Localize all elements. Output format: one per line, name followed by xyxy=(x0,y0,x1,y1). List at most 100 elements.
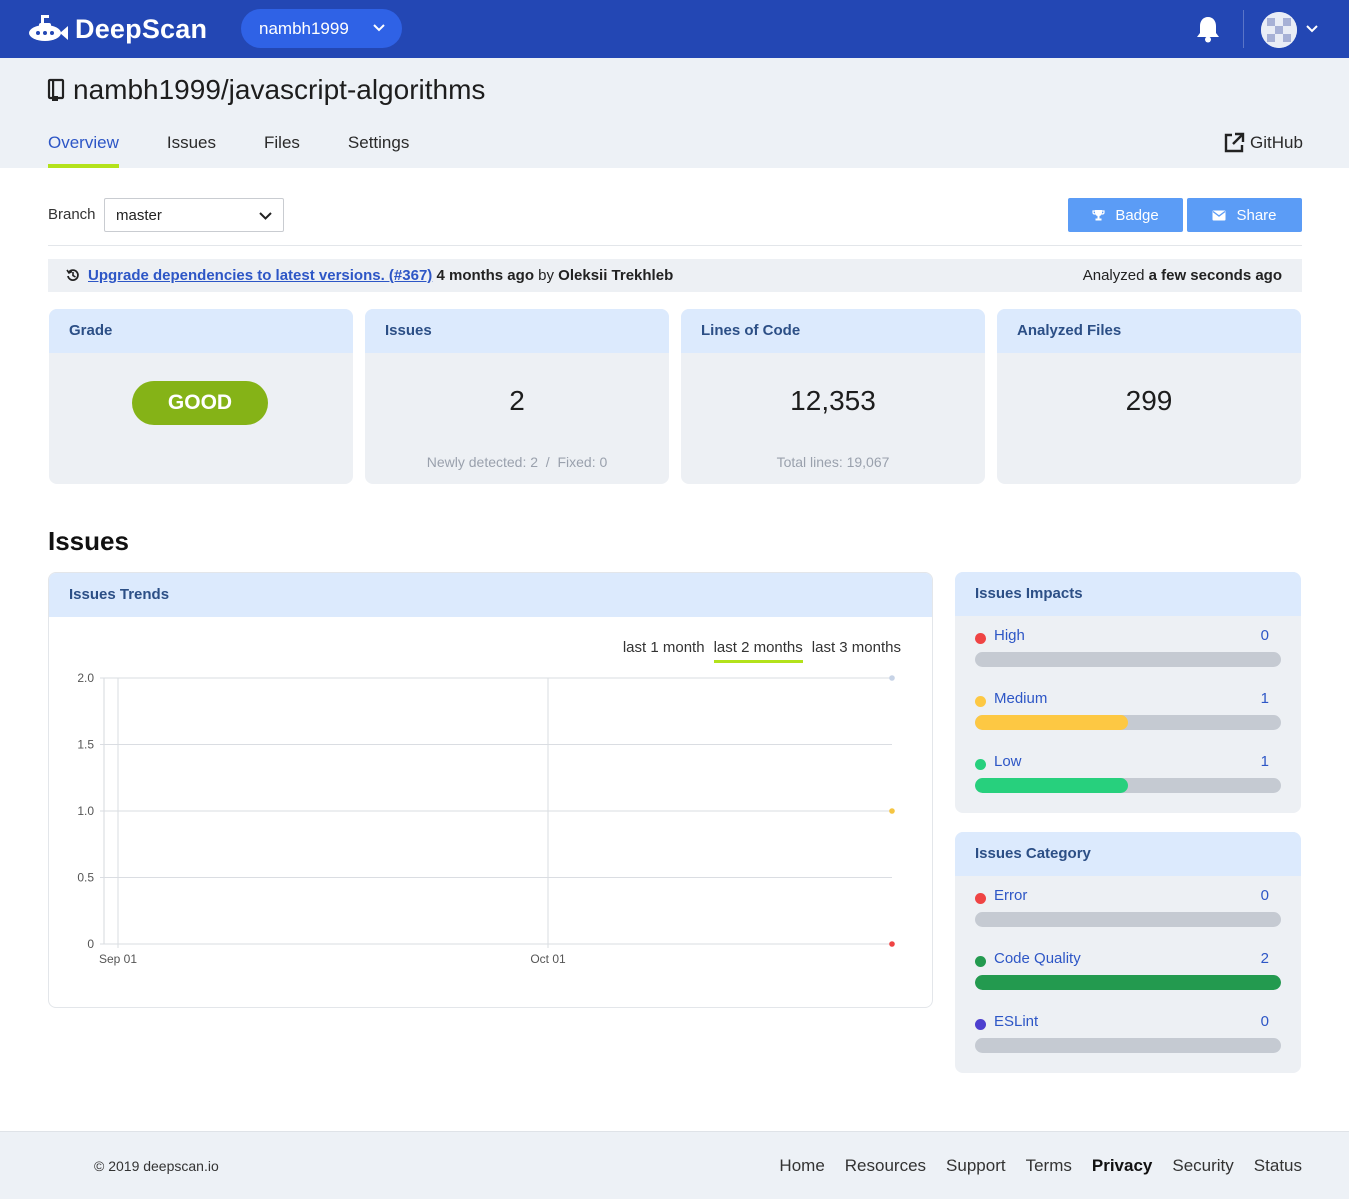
history-icon xyxy=(66,269,79,281)
grade-badge: GOOD xyxy=(132,381,268,425)
metric-fill xyxy=(975,778,1128,793)
top-navbar: DeepScan nambh1999 xyxy=(0,0,1349,58)
commit-bar: Upgrade dependencies to latest versions.… xyxy=(48,259,1302,292)
metric-fill xyxy=(975,715,1128,730)
repo-book-icon xyxy=(47,78,65,101)
branch-value: master xyxy=(116,207,162,224)
repo-header: nambh1999/javascript-algorithms Overview… xyxy=(0,58,1349,168)
github-label: GitHub xyxy=(1250,133,1303,152)
commit-author: Oleksii Trekhleb xyxy=(558,267,674,284)
user-avatar[interactable] xyxy=(1261,12,1297,48)
tab-settings[interactable]: Settings xyxy=(348,133,409,168)
trophy-icon xyxy=(1092,210,1105,221)
impact-high[interactable]: High 0 xyxy=(975,624,1281,668)
footer-links: Home Resources Support Terms Privacy Sec… xyxy=(759,1156,1302,1176)
metric-bar xyxy=(975,652,1281,667)
impact-medium[interactable]: Medium 1 xyxy=(975,687,1281,731)
y-tick-label: 1.5 xyxy=(77,738,94,752)
range-tabs: last 1 month last 2 months last 3 months xyxy=(614,639,901,663)
repo-title: nambh1999/javascript-algorithms xyxy=(47,74,485,106)
external-link-icon xyxy=(1224,132,1245,153)
category-error[interactable]: Error 0 xyxy=(975,884,1281,928)
loc-card: Lines of Code 12,353 Total lines: 19,067 xyxy=(681,309,985,484)
footer-link-status[interactable]: Status xyxy=(1254,1156,1302,1176)
error-dot xyxy=(975,893,986,904)
card-title: Grade xyxy=(49,309,353,353)
org-name: nambh1999 xyxy=(259,18,349,38)
brand-name: DeepScan xyxy=(75,13,208,44)
impact-low[interactable]: Low 1 xyxy=(975,750,1281,794)
commit-time: 4 months ago xyxy=(436,267,534,284)
commit-message-link[interactable]: Upgrade dependencies to latest versions.… xyxy=(88,267,432,284)
footer-link-privacy[interactable]: Privacy xyxy=(1092,1156,1153,1176)
github-link[interactable]: GitHub xyxy=(1223,132,1303,154)
commit-by: by xyxy=(538,267,554,284)
category-eslint[interactable]: ESLint 0 xyxy=(975,1010,1281,1054)
issues-category-panel: Issues Category Error 0 Code Quality 2 E… xyxy=(955,832,1301,1073)
identicon-icon xyxy=(1261,12,1297,48)
footer-link-resources[interactable]: Resources xyxy=(845,1156,926,1176)
chevron-down-icon[interactable] xyxy=(1305,22,1319,36)
footer-link-security[interactable]: Security xyxy=(1172,1156,1233,1176)
deepscan-logo[interactable]: DeepScan xyxy=(27,13,207,45)
footer-link-terms[interactable]: Terms xyxy=(1026,1156,1072,1176)
metric-bar xyxy=(975,975,1281,990)
medium-dot xyxy=(975,696,986,707)
issues-detail: Newly detected: 2 / Fixed: 0 xyxy=(426,454,608,470)
metric-label: High xyxy=(994,627,1025,644)
org-selector[interactable]: nambh1999 xyxy=(241,9,402,48)
analyzed-status: Analyzed a few seconds ago xyxy=(1083,267,1282,284)
issues-card[interactable]: Issues 2 Newly detected: 2 / Fixed: 0 xyxy=(365,309,669,484)
repo-name: nambh1999/javascript-algorithms xyxy=(73,74,486,105)
metric-bar xyxy=(975,912,1281,927)
low-dot xyxy=(975,759,986,770)
footer: © 2019 deepscan.io Home Resources Suppor… xyxy=(0,1131,1349,1199)
chevron-down-icon xyxy=(259,212,272,220)
issues-section-title: Issues xyxy=(48,526,129,556)
y-tick-label: 0 xyxy=(87,937,94,951)
range-3-months[interactable]: last 3 months xyxy=(812,639,901,663)
y-tick-label: 0.5 xyxy=(77,871,94,885)
x-tick-label: Sep 01 xyxy=(99,952,137,966)
metric-bar xyxy=(975,715,1281,730)
code-quality-dot xyxy=(975,956,986,967)
bell-icon[interactable] xyxy=(1195,15,1221,43)
total-lines: Total lines: 19,067 xyxy=(776,454,890,470)
y-tick-label: 2.0 xyxy=(77,671,94,685)
nav-divider xyxy=(1243,10,1244,48)
footer-link-home[interactable]: Home xyxy=(779,1156,824,1176)
y-tick-label: 1.0 xyxy=(77,804,94,818)
metric-bar xyxy=(975,1038,1281,1053)
repo-tabs: Overview Issues Files Settings xyxy=(48,133,457,168)
tab-issues[interactable]: Issues xyxy=(167,133,216,168)
badge-button[interactable]: Badge xyxy=(1068,198,1183,232)
share-label: Share xyxy=(1236,206,1277,224)
footer-link-support[interactable]: Support xyxy=(946,1156,1006,1176)
files-card[interactable]: Analyzed Files 299 xyxy=(997,309,1301,484)
category-title: Issues Category xyxy=(955,832,1301,876)
tab-overview[interactable]: Overview xyxy=(48,133,119,168)
range-1-month[interactable]: last 1 month xyxy=(623,639,705,663)
branch-select[interactable]: master xyxy=(104,198,284,232)
metric-label: Error xyxy=(994,887,1028,904)
issues-trends-panel: Issues Trends 2.0 1.5 1.0 0.5 0 Sep 01 Oct 01 … xyxy=(48,572,933,1008)
files-count: 299 xyxy=(1125,385,1173,416)
analyzed-time: a few seconds ago xyxy=(1148,267,1282,284)
trend-point xyxy=(889,808,895,814)
metric-label: Code Quality xyxy=(994,950,1081,967)
range-2-months[interactable]: last 2 months xyxy=(713,639,804,663)
divider xyxy=(48,245,1302,246)
card-title: Lines of Code xyxy=(681,309,985,353)
tab-files[interactable]: Files xyxy=(264,133,300,168)
x-tick-label: Oct 01 xyxy=(530,952,566,966)
share-button[interactable]: Share xyxy=(1187,198,1302,232)
copyright: © 2019 deepscan.io xyxy=(94,1158,219,1174)
badge-label: Badge xyxy=(1115,206,1159,224)
category-code-quality[interactable]: Code Quality 2 xyxy=(975,947,1281,991)
loc-count: 12,353 xyxy=(790,385,876,416)
metric-label: ESLint xyxy=(994,1013,1039,1030)
grade-card: Grade GOOD xyxy=(49,309,353,484)
eslint-dot xyxy=(975,1019,986,1030)
impacts-title: Issues Impacts xyxy=(955,572,1301,616)
issues-count: 2 xyxy=(509,385,525,416)
